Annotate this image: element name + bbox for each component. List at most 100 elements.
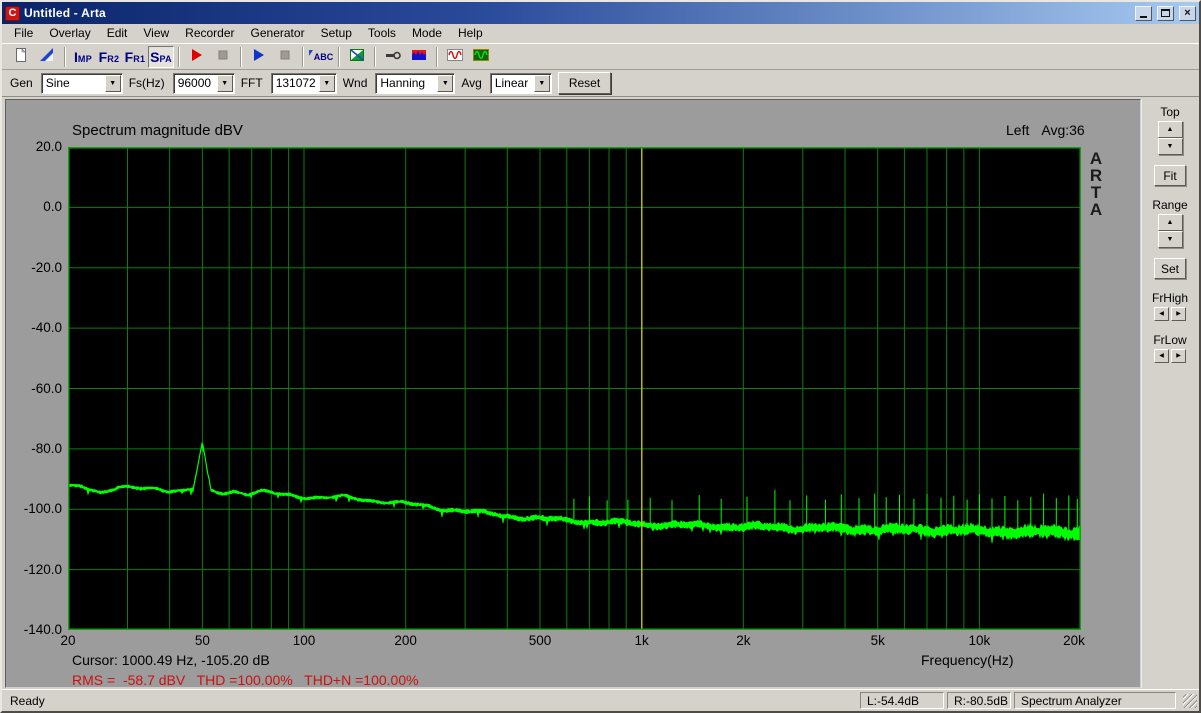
play-icon <box>251 47 267 66</box>
y-tick-label: -140.0 <box>23 622 62 637</box>
toolbar-separator <box>338 46 340 67</box>
combo-generator-type[interactable]: Sine ▼ <box>40 72 123 94</box>
generator-start-button[interactable] <box>246 46 272 68</box>
combo-sampling-rate[interactable]: 96000 ▼ <box>172 72 235 94</box>
scaling-button[interactable] <box>406 46 432 68</box>
menu-item-setup[interactable]: Setup <box>313 25 360 42</box>
spectrogram-button[interactable] <box>344 46 370 68</box>
menu-item-view[interactable]: View <box>135 25 177 42</box>
y-tick-label: -100.0 <box>23 501 62 517</box>
x-tick-label: 20 <box>60 633 76 648</box>
record-start-button[interactable] <box>184 46 210 68</box>
generator-stop-button[interactable] <box>272 46 298 68</box>
combo-window-function[interactable]: Hanning ▼ <box>375 72 456 94</box>
top-up-button[interactable]: ▲ <box>1157 121 1183 138</box>
minimize-button[interactable] <box>1135 5 1152 21</box>
reset-button[interactable]: Reset <box>557 72 612 94</box>
toolbar: IMP FR2 FR1 SPA ABC <box>2 43 1199 70</box>
close-button[interactable]: × <box>1179 5 1196 21</box>
generator-wave-icon <box>473 47 489 66</box>
spa-mode-button[interactable]: SPA <box>148 45 174 68</box>
title-bar: C Untitled - Arta × <box>2 2 1199 24</box>
menu-item-overlay[interactable]: Overlay <box>41 25 98 42</box>
spectrum-plot-svg <box>67 146 1082 631</box>
record-play-icon <box>189 47 205 66</box>
fft-size-value: 131072 <box>275 76 316 90</box>
maximize-button[interactable] <box>1157 5 1174 21</box>
chart-title: Spectrum magnitude dBV <box>72 122 243 139</box>
chevron-down-icon[interactable]: ▼ <box>437 74 454 92</box>
x-tick-label: 2k <box>736 633 751 648</box>
combo-fft-size[interactable]: 131072 ▼ <box>270 72 337 94</box>
menu-item-file[interactable]: File <box>6 25 41 42</box>
arta-watermark: ARTA <box>1089 149 1103 219</box>
x-axis-title: Frequency(Hz) <box>921 652 1014 668</box>
x-tick-label: 200 <box>394 633 417 648</box>
imp-mode-button[interactable]: IMP <box>70 46 96 68</box>
frlow-right-button[interactable]: ▶ <box>1171 349 1186 363</box>
cursor-readout: Cursor: 1000.49 Hz, -105.20 dB <box>72 652 270 668</box>
chevron-down-icon[interactable]: ▼ <box>318 74 335 92</box>
chevron-down-icon[interactable]: ▼ <box>216 74 233 92</box>
window-title: Untitled - Arta <box>24 6 106 20</box>
abc-label-icon: ABC <box>308 49 333 62</box>
range-up-button[interactable]: ▲ <box>1157 214 1183 231</box>
stop-icon <box>215 47 231 66</box>
new-document-icon <box>13 47 29 66</box>
controls-bar: Gen Sine ▼ Fs(Hz) 96000 ▼ FFT 131072 ▼ Wnd Hanning… <box>2 70 1199 97</box>
signal-record-window-button[interactable] <box>442 46 468 68</box>
overlay-button[interactable] <box>34 46 60 68</box>
fr1-mode-button[interactable]: FR1 <box>122 46 148 68</box>
menu-bar: File Overlay Edit View Recorder Generator Setu… <box>2 24 1199 43</box>
toolbar-separator <box>64 46 66 67</box>
measurement-readout: RMS = -58.7 dBV THD =100.00% THD+N =100.… <box>72 672 419 688</box>
main-area: Spectrum magnitude dBV Left Avg:36 ARTA … <box>2 97 1199 689</box>
record-stop-button[interactable] <box>210 46 236 68</box>
x-tick-label: 10k <box>968 633 991 648</box>
menu-item-generator[interactable]: Generator <box>243 25 313 42</box>
x-tick-label: 20k <box>1063 633 1085 648</box>
fr2-text-icon: FR2 <box>98 48 120 65</box>
toolbar-separator <box>178 46 180 67</box>
chevron-down-icon[interactable]: ▼ <box>533 74 550 92</box>
spectrum-plot[interactable] <box>67 146 1082 631</box>
frhigh-spinner: ◀ ▶ <box>1154 307 1186 321</box>
x-tick-label: 50 <box>194 633 210 648</box>
resize-grip[interactable] <box>1183 693 1197 708</box>
fr2-mode-button[interactable]: FR2 <box>96 46 122 68</box>
frlow-label: FrLow <box>1153 333 1187 347</box>
top-label: Top <box>1160 105 1180 119</box>
y-tick-label: -40.0 <box>31 320 62 336</box>
labels-button[interactable]: ABC <box>308 46 334 68</box>
overlay-icon <box>39 47 55 66</box>
range-down-button[interactable]: ▼ <box>1157 231 1183 248</box>
spa-text-icon: SPA <box>150 48 172 65</box>
range-label: Range <box>1152 198 1188 212</box>
menu-item-recorder[interactable]: Recorder <box>177 25 242 42</box>
spectrogram-icon <box>349 47 365 66</box>
fit-button[interactable]: Fit <box>1154 165 1186 186</box>
set-button[interactable]: Set <box>1154 258 1186 279</box>
generator-setup-button[interactable] <box>468 46 494 68</box>
frhigh-left-button[interactable]: ◀ <box>1154 307 1169 321</box>
scope-sine-icon <box>447 47 463 66</box>
frhigh-right-button[interactable]: ▶ <box>1171 307 1186 321</box>
top-down-button[interactable]: ▼ <box>1157 138 1183 155</box>
menu-item-edit[interactable]: Edit <box>99 25 136 42</box>
fr1-text-icon: FR1 <box>124 48 146 65</box>
new-button[interactable] <box>8 46 34 68</box>
chevron-down-icon[interactable]: ▼ <box>104 74 121 92</box>
app-logo-icon: C <box>5 5 20 21</box>
menu-item-mode[interactable]: Mode <box>404 25 450 42</box>
calibrate-button[interactable] <box>380 46 406 68</box>
menu-item-tools[interactable]: Tools <box>360 25 404 42</box>
window-function-label: Wnd <box>342 76 368 90</box>
frlow-left-button[interactable]: ◀ <box>1154 349 1169 363</box>
menu-item-help[interactable]: Help <box>450 25 491 42</box>
combo-averaging[interactable]: Linear ▼ <box>489 72 552 94</box>
close-icon: × <box>1184 7 1191 19</box>
toolbar-separator <box>374 46 376 67</box>
stop-icon <box>277 47 293 66</box>
status-bar: Ready L:-54.4dB R:-80.5dB Spectrum Analy… <box>2 689 1199 711</box>
avg-count-label: Avg:36 <box>1041 122 1085 138</box>
